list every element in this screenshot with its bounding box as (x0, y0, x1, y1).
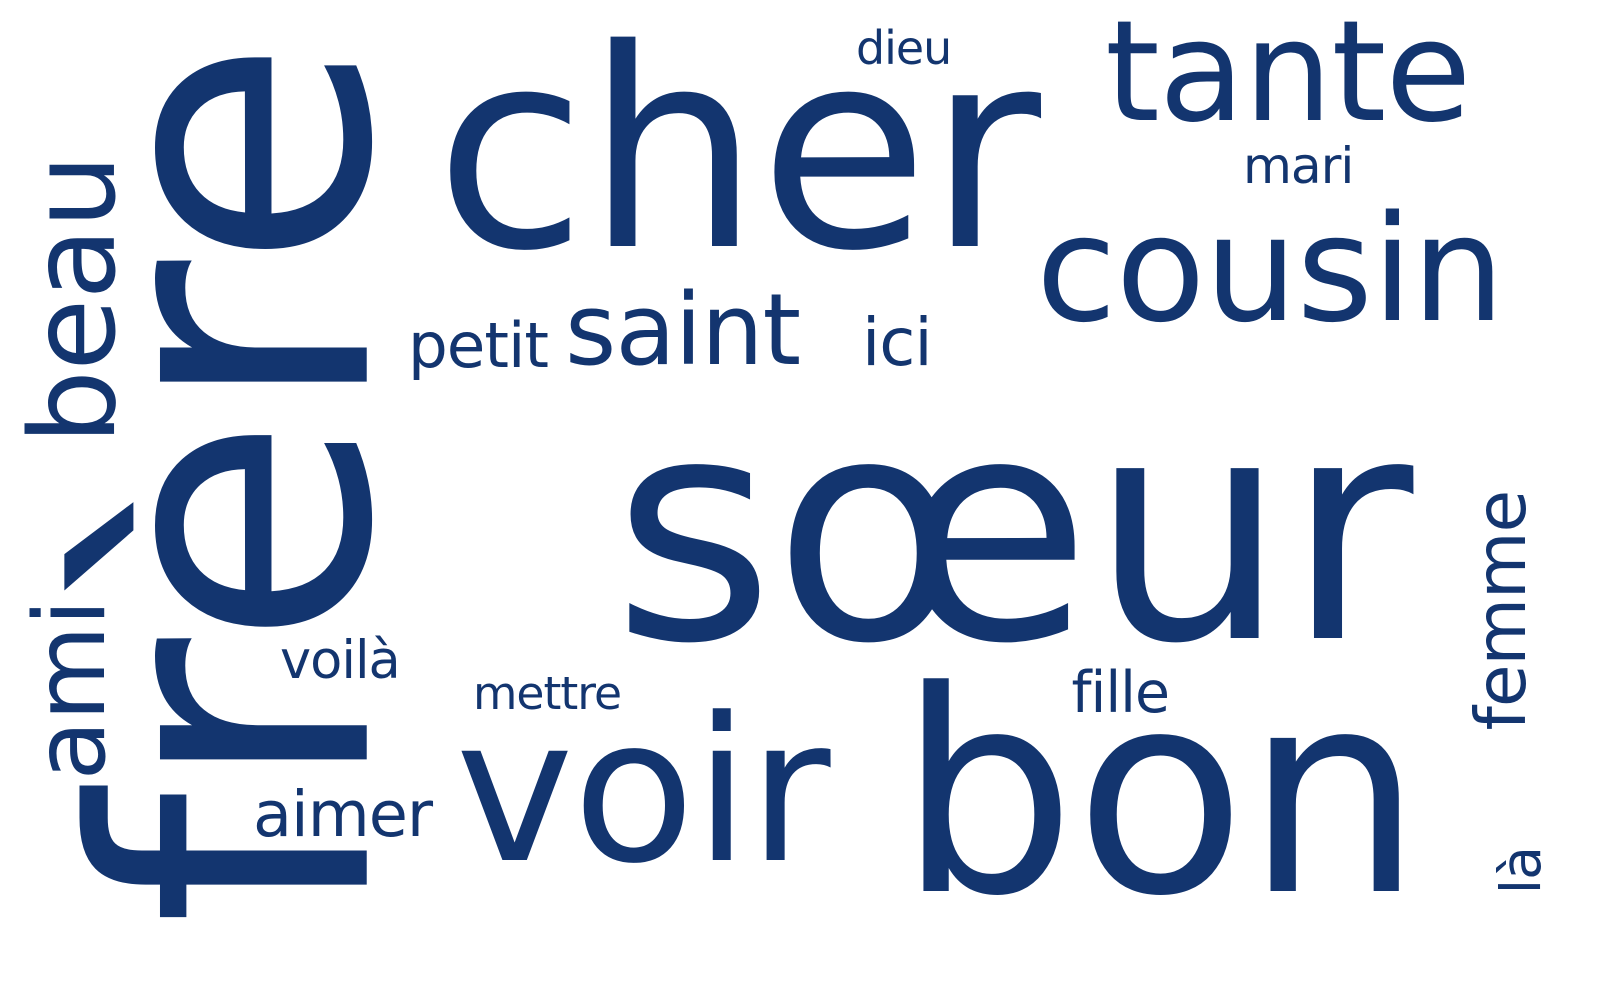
word-la: là (1489, 846, 1554, 894)
word-mettre: mettre (473, 666, 622, 720)
word-voila: voilà (280, 630, 401, 691)
word-tante: tante (1105, 0, 1471, 154)
word-ici: ici (862, 304, 933, 381)
word-dieu: dieu (856, 21, 952, 75)
word-saint: saint (565, 273, 801, 388)
word-voir: voir (455, 675, 831, 908)
word-fille: fille (1071, 660, 1170, 726)
word-femme: femme (1462, 490, 1543, 730)
word-ami: ami (14, 599, 129, 781)
word-cousin: cousin (1036, 183, 1505, 355)
word-aimer: aimer (253, 778, 433, 852)
word-beau: beau (4, 155, 142, 445)
word-mari: mari (1243, 136, 1354, 195)
word-petit: petit (408, 308, 549, 382)
word-cloud: sœur frère voir bon cher cousin tante be… (0, 0, 1600, 1000)
